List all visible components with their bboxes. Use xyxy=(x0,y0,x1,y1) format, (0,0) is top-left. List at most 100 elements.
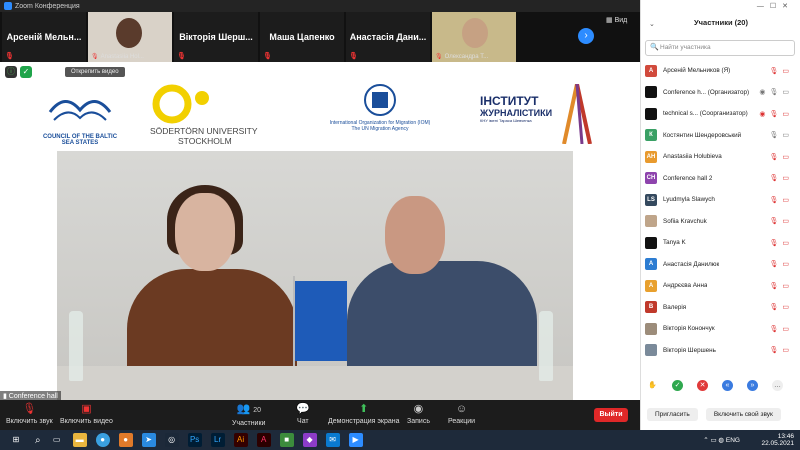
mic-off-icon: 🎙▭ xyxy=(769,304,793,312)
mic-off-icon: 🎙 xyxy=(349,53,358,60)
faster-icon[interactable]: » xyxy=(747,380,758,391)
avatar: LS xyxy=(645,193,657,206)
participant-tile[interactable]: Анастасія Дани... 🎙 xyxy=(346,12,430,62)
slower-icon[interactable]: « xyxy=(722,380,733,391)
participant-row[interactable]: А Арсеній Мельников (Я) 🎙▭ xyxy=(641,60,800,82)
participants-button[interactable]: 👥 20 Участники xyxy=(232,402,265,427)
minimize-icon[interactable]: — xyxy=(757,3,770,10)
participant-row[interactable]: LS Lyudmyla Slawych 🎙▭ xyxy=(641,189,800,211)
participant-row[interactable]: CH Conference hall 2 🎙▭ xyxy=(641,168,800,190)
zoom-taskbar-icon[interactable]: ▶ xyxy=(348,433,363,447)
participant-name: Lyudmyla Slawych xyxy=(663,196,715,204)
unmute-self-button[interactable]: Включить свой звук xyxy=(705,408,781,421)
participant-list: А Арсеній Мельников (Я) 🎙▭ Conference h... … xyxy=(641,60,800,361)
yes-icon[interactable]: ✓ xyxy=(672,380,683,391)
system-tray[interactable]: ⌃ ▭ ◍ ENG xyxy=(703,436,740,444)
participant-row[interactable]: Вікторія Конончук 🎙▭ xyxy=(641,318,800,340)
participant-row[interactable]: Вікторія Шершень 🎙▭ xyxy=(641,340,800,362)
view-button[interactable]: ▦ Вид xyxy=(606,16,627,24)
reactions-button[interactable]: ☺ Реакции xyxy=(448,402,475,425)
clock[interactable]: 13:46 22.05.2021 xyxy=(761,433,794,447)
next-page-button[interactable]: › xyxy=(578,28,594,44)
participant-row[interactable]: Conference h... (Организатор) ◉🎙▭ xyxy=(641,82,800,104)
chrome-icon[interactable]: ● xyxy=(95,433,110,447)
mic-off-icon: 🎙▭ xyxy=(769,282,793,290)
participant-search-input[interactable]: 🔍 Найти участника xyxy=(645,40,795,56)
participant-tile[interactable]: Маша Цапенко 🎙 xyxy=(260,12,344,62)
share-screen-button[interactable]: ⬆ Демонстрация экрана xyxy=(328,402,400,425)
no-icon[interactable]: ✕ xyxy=(697,380,708,391)
info-icon[interactable]: ⓘ xyxy=(5,66,17,78)
mail-icon[interactable]: ✉ xyxy=(325,433,340,447)
unpin-video-button[interactable]: Открепить видео xyxy=(65,67,125,77)
mic-off-icon: 🎙▭ xyxy=(769,239,793,247)
minecraft-icon[interactable]: ■ xyxy=(279,433,294,447)
participant-name: Tanya K xyxy=(663,239,686,247)
participant-tile-video[interactable]: 🎙 Anastasiia Hol... xyxy=(88,12,172,62)
participant-name: Вікторія Конончук xyxy=(663,325,715,333)
zoom-logo-icon xyxy=(4,2,12,10)
avatar: В xyxy=(645,301,657,314)
nonverbal-feedback-bar: ✋ ✓ ✕ « » … xyxy=(641,380,800,391)
raise-hand-icon[interactable]: ✋ xyxy=(647,380,658,391)
photoshop-icon[interactable]: Ps xyxy=(187,433,202,447)
table xyxy=(57,366,573,400)
illustrator-icon[interactable]: Ai xyxy=(233,433,248,447)
participant-row[interactable]: К Костянтин Шендеровський 🎙▭ xyxy=(641,125,800,147)
maximize-icon[interactable]: ☐ xyxy=(770,3,782,10)
acrobat-icon[interactable]: A xyxy=(256,433,271,447)
unmute-button[interactable]: 🎙 Включить звук xyxy=(6,402,53,425)
participant-name: Conference h... (Организатор) xyxy=(663,88,750,96)
speaker-video-feed xyxy=(57,151,573,400)
tile-name: Вікторія Шерш... xyxy=(179,32,253,42)
participant-name: Арсеній Мельников (Я) xyxy=(663,67,731,75)
iom-flag xyxy=(295,281,347,361)
chat-button[interactable]: 💬 Чат xyxy=(296,402,310,425)
windows-taskbar: ⊞ ⌕ ▭ ▬ ● ● ➤ ◎ Ps Lr Ai A ■ ◆ ✉ ▶ ⌃ ▭ ◍… xyxy=(0,430,800,450)
record-button[interactable]: ◉ Запись xyxy=(407,402,430,425)
participant-name: Sofiia Kravchuk xyxy=(663,217,707,225)
participant-row[interactable]: А Андрєєва Анна 🎙▭ xyxy=(641,275,800,297)
visual-studio-icon[interactable]: ◆ xyxy=(302,433,317,447)
participant-row[interactable]: Tanya K 🎙▭ xyxy=(641,232,800,254)
avatar: А xyxy=(645,279,657,292)
window-controls: —☐✕ xyxy=(757,2,794,10)
participant-name: Вікторія Шершень xyxy=(663,346,716,354)
participant-row[interactable]: Sofiia Kravchuk 🎙▭ xyxy=(641,211,800,233)
window-titlebar: Zoom Конференция xyxy=(0,0,640,12)
avatar xyxy=(645,322,657,335)
invite-button[interactable]: Пригласить xyxy=(647,408,698,421)
participant-tile-video[interactable]: 🎙 Олександра Т... xyxy=(432,12,516,62)
video-off-icon: ▣ xyxy=(81,403,92,415)
institute-logo: ІНСТИТУТ ЖУРНАЛІСТИКИ КНУ імені Тараса Ш… xyxy=(480,84,600,144)
file-explorer-icon[interactable]: ▬ xyxy=(72,433,87,447)
participant-row[interactable]: AH Anastasiia Holubieva 🎙▭ xyxy=(641,146,800,168)
participant-tile[interactable]: Вікторія Шерш... 🎙 xyxy=(174,12,258,62)
mic-off-icon: 🎙▭ xyxy=(769,325,793,333)
window-title: Zoom Конференция xyxy=(15,2,80,10)
task-view-icon[interactable]: ▭ xyxy=(50,433,64,447)
participant-name: Anastasiia Holubieva xyxy=(663,153,722,161)
iom-logo: International Organization for Migration… xyxy=(315,82,445,142)
windows-start-icon[interactable]: ⊞ xyxy=(9,433,23,447)
mic-off-icon: 🎙▭ xyxy=(769,196,793,204)
search-icon[interactable]: ⌕ xyxy=(35,435,41,446)
lightroom-icon[interactable]: Lr xyxy=(210,433,225,447)
participant-row[interactable]: В Валерія 🎙▭ xyxy=(641,297,800,319)
participant-tile[interactable]: Арсеній Мельн... 🎙 xyxy=(2,12,86,62)
participant-row[interactable]: А Анастасія Данилюк 🎙▭ xyxy=(641,254,800,276)
exit-button[interactable]: Выйти xyxy=(594,408,628,422)
participant-row[interactable]: technical s... (Соорганизатор) ◉🎙▭ xyxy=(641,103,800,125)
start-video-button[interactable]: ▣ Включить видео xyxy=(60,402,113,425)
participant-video xyxy=(462,18,488,48)
avatar xyxy=(645,236,657,249)
avatar xyxy=(645,107,657,120)
steam-icon[interactable]: ◎ xyxy=(164,433,179,447)
close-icon[interactable]: ✕ xyxy=(782,3,794,10)
avatar: AH xyxy=(645,150,657,163)
avatar xyxy=(645,344,657,357)
shield-icon[interactable]: ✓ xyxy=(20,66,32,78)
firefox-icon[interactable]: ● xyxy=(118,433,133,447)
more-icon[interactable]: … xyxy=(772,380,783,391)
telegram-icon[interactable]: ➤ xyxy=(141,433,156,447)
